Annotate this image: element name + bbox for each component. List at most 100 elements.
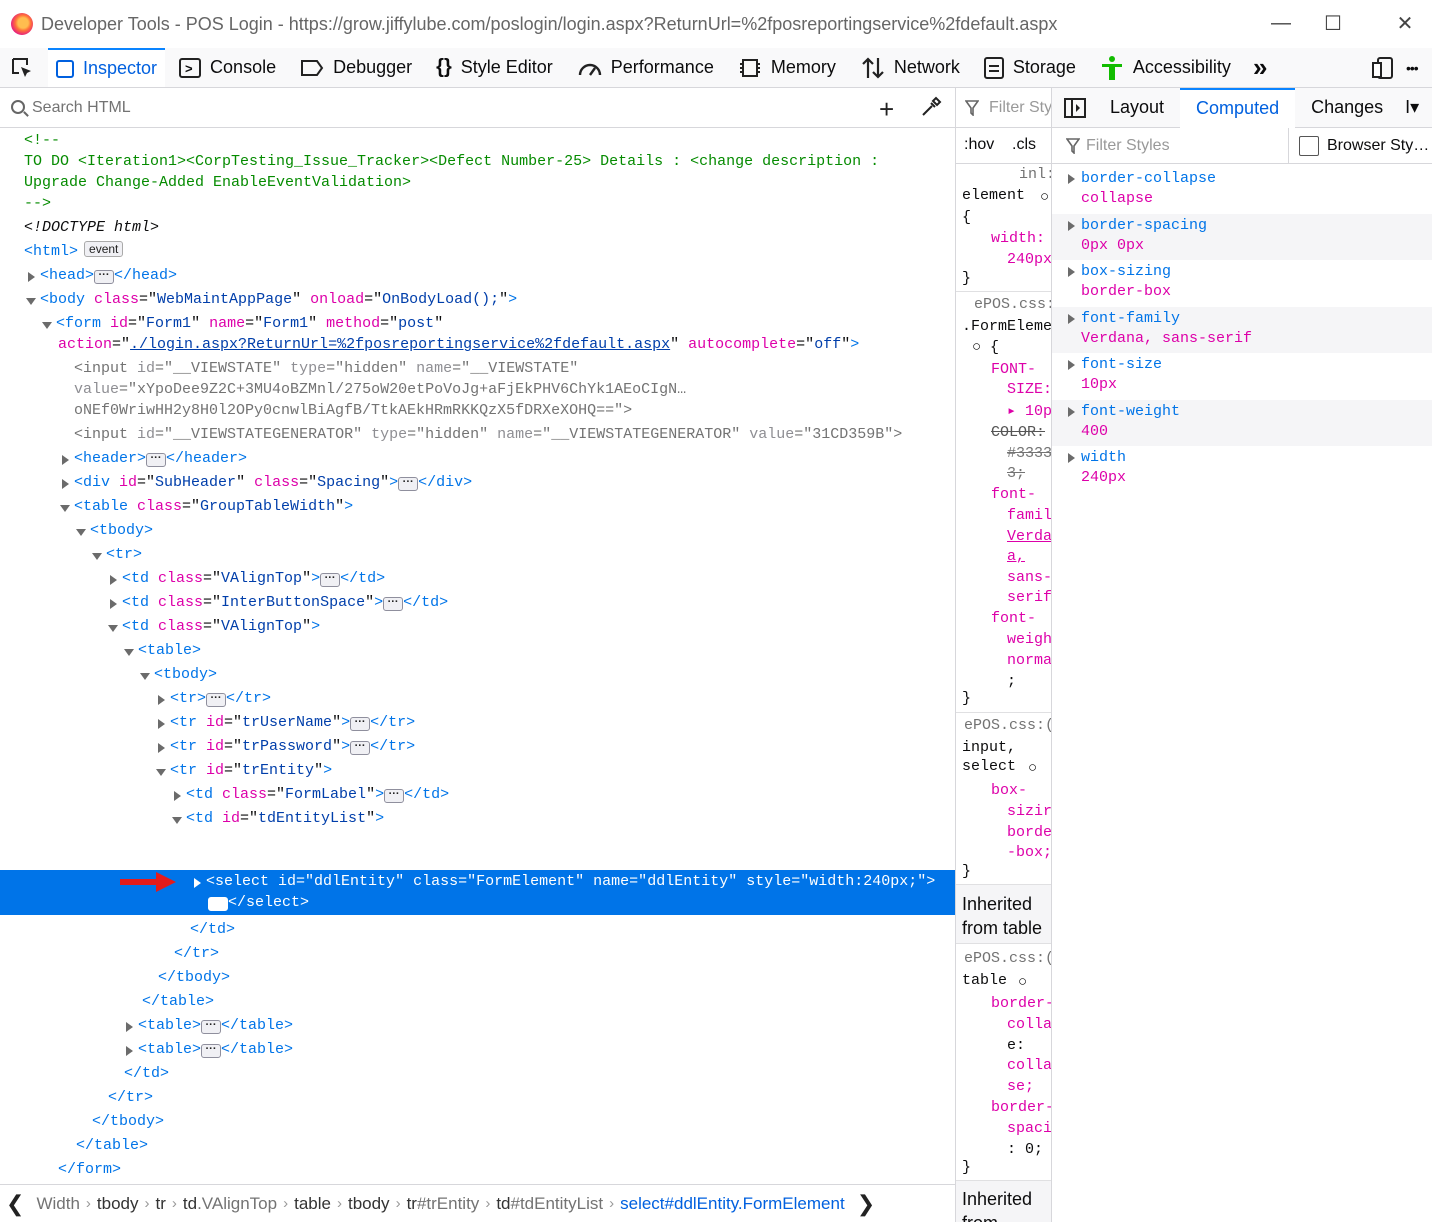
ellipsis-icon[interactable]: ··· (320, 573, 341, 587)
rules-filter-input[interactable]: Filter Sty (989, 99, 1051, 117)
collapse-twisty-icon[interactable] (42, 322, 52, 329)
collapse-twisty-icon[interactable] (76, 529, 86, 536)
breadcrumb-item[interactable]: table (288, 1194, 337, 1214)
ellipsis-icon[interactable]: ··· (206, 693, 227, 707)
close-icon[interactable]: ✕ (1390, 8, 1420, 38)
tr-collapsed-node[interactable]: <tr> ··· </tr> (154, 688, 271, 712)
collapse-twisty-icon[interactable] (140, 673, 150, 680)
doctype-node[interactable]: <!DOCTYPE html> (24, 217, 159, 241)
tab-performance[interactable]: Performance (561, 48, 722, 87)
node-highlight-icon[interactable]: ○ { (972, 338, 999, 358)
collapse-twisty-icon[interactable] (172, 817, 182, 824)
node-highlight-icon[interactable]: ○ (1018, 973, 1027, 993)
tr-password-node[interactable]: <tr id="trPassword"> ··· </tr> (154, 736, 415, 760)
ellipsis-icon[interactable]: ··· (146, 453, 167, 467)
expand-twisty-icon[interactable] (174, 791, 181, 801)
computed-prop-font-size[interactable]: font-size 10px (1052, 353, 1432, 400)
expand-twisty-icon[interactable] (158, 719, 165, 729)
minimize-icon[interactable]: — (1266, 8, 1296, 38)
expand-twisty-icon[interactable] (62, 479, 69, 489)
expand-twisty-icon[interactable] (194, 878, 201, 888)
collapse-twisty-icon[interactable] (26, 298, 36, 305)
collapse-twisty-icon[interactable] (92, 553, 102, 560)
chevron-left-icon[interactable]: ❮ (0, 1191, 30, 1217)
tr-node[interactable]: <tr> (90, 544, 142, 568)
breadcrumb-item[interactable]: tbody (342, 1194, 396, 1214)
computed-prop-font-family[interactable]: font-family Verdana, sans-serif (1052, 306, 1432, 353)
expand-twisty-icon[interactable] (1068, 313, 1075, 324)
html-node[interactable]: <html> event (24, 241, 124, 265)
add-node-button[interactable]: + (879, 94, 894, 125)
computed-prop-border-collapse[interactable]: border-collapse collapse (1052, 167, 1432, 214)
ellipsis-icon[interactable]: ··· (208, 897, 228, 911)
tab-accessibility[interactable]: Accessibility (1084, 48, 1239, 87)
tab-inspector[interactable]: Inspector (48, 48, 166, 87)
table-collapsed-node-2[interactable]: <table> ··· </table> (122, 1039, 293, 1063)
rule-source-epos-2[interactable]: ePOS.css:( (964, 716, 1051, 736)
tab-console[interactable]: > Console (165, 48, 284, 87)
td-valigntop-node[interactable]: <td class="VAlignTop"> ··· </td> (106, 568, 385, 592)
ellipsis-icon[interactable]: ··· (383, 597, 404, 611)
ellipsis-icon[interactable]: ··· (201, 1020, 222, 1034)
expand-twisty-icon[interactable] (110, 599, 117, 609)
hov-toggle-button[interactable]: :hov (964, 136, 994, 154)
form-node-attrs[interactable]: action="./login.aspx?ReturnUrl=%2fposrep… (58, 334, 859, 358)
tr-entity-node[interactable]: <tr id="trEntity"> (154, 760, 332, 784)
breadcrumb-item[interactable]: tbody (91, 1194, 145, 1214)
rule-value-box-sizing[interactable]: borde (1007, 823, 1051, 843)
expand-twisty-icon[interactable] (158, 743, 165, 753)
collapse-twisty-icon[interactable] (156, 769, 166, 776)
td-entitylist-node[interactable]: <td id="tdEntityList"> (170, 808, 384, 832)
head-node[interactable]: <head> ··· </head> (24, 265, 177, 289)
rule-source-epos-3[interactable]: ePOS.css:( (964, 949, 1051, 969)
more-options-button[interactable]: ••• (1398, 48, 1426, 88)
body-node[interactable]: <body class="WebMaintAppPage" onload="On… (24, 289, 517, 313)
rule-prop-font-size-2[interactable]: SIZE: (1007, 380, 1051, 400)
viewstategenerator-input-node[interactable]: <input id="__VIEWSTATEGENERATOR" type="h… (74, 424, 902, 448)
collapse-twisty-icon[interactable] (60, 505, 70, 512)
tab-memory[interactable]: Memory (722, 48, 844, 87)
rule-value-font-weight[interactable]: norma (1007, 651, 1051, 671)
form-action-link[interactable]: ./login.aspx?ReturnUrl=%2fposreportingse… (130, 336, 670, 353)
expand-twisty-icon[interactable] (1068, 360, 1075, 370)
ellipsis-icon[interactable]: ··· (398, 477, 419, 491)
header-node[interactable]: <header> ··· </header> (58, 448, 247, 472)
node-highlight-icon[interactable]: ○ (1028, 759, 1037, 779)
rule-prop-font-weight[interactable]: font- (991, 609, 1036, 629)
ellipsis-icon[interactable]: ··· (384, 789, 405, 803)
ellipsis-icon[interactable]: ··· (350, 741, 371, 755)
rule-prop-font-size[interactable]: FONT- (991, 360, 1036, 380)
breadcrumb-item-selected[interactable]: select#ddlEntity.FormElement (614, 1194, 851, 1214)
breadcrumb-item[interactable]: td#tdEntityList (490, 1194, 609, 1214)
breadcrumb-item[interactable]: Width (30, 1194, 85, 1214)
rule-value-border-collapse[interactable]: colla (1007, 1056, 1051, 1076)
node-highlight-icon[interactable]: ○ (1040, 188, 1049, 208)
search-html-input[interactable] (32, 98, 732, 117)
event-badge[interactable]: event (84, 241, 124, 257)
rule-value-font-size[interactable]: ▸ 10p: (1007, 402, 1051, 422)
rule-source-inline[interactable]: inl: (1019, 165, 1051, 185)
expand-twisty-icon[interactable] (1068, 174, 1075, 184)
chevron-right-icon[interactable]: ❯ (851, 1191, 881, 1217)
toggle-rules-pane-icon[interactable] (1064, 97, 1086, 118)
inner-tbody-node[interactable]: <tbody> (138, 664, 217, 688)
ellipsis-icon[interactable]: ··· (201, 1044, 222, 1058)
computed-filter-input[interactable]: Filter Styles (1086, 137, 1170, 155)
tab-changes[interactable]: Changes (1295, 88, 1399, 128)
tabs-overflow-button[interactable]: » (1239, 48, 1275, 87)
expand-twisty-icon[interactable] (1068, 220, 1075, 231)
tab-more[interactable]: I▾ (1399, 88, 1425, 128)
browser-styles-checkbox[interactable] (1299, 136, 1319, 156)
rule-prop-border-spacing[interactable]: border- (991, 1098, 1051, 1118)
tr-username-node[interactable]: <tr id="trUserName"> ··· </tr> (154, 712, 415, 736)
ellipsis-icon[interactable]: ··· (94, 270, 115, 284)
rule-prop-width[interactable]: width: (991, 229, 1045, 249)
tab-layout[interactable]: Layout (1094, 88, 1180, 128)
rule-value-border-spacing[interactable]: : 0; (1007, 1140, 1043, 1160)
inner-table-node[interactable]: <table> (122, 640, 201, 664)
expand-twisty-icon[interactable] (28, 272, 35, 282)
breadcrumb-item[interactable]: tr#trEntity (401, 1194, 486, 1214)
expand-twisty-icon[interactable] (126, 1046, 133, 1056)
element-picker-button[interactable] (0, 48, 48, 87)
ellipsis-icon[interactable]: ··· (350, 717, 371, 731)
